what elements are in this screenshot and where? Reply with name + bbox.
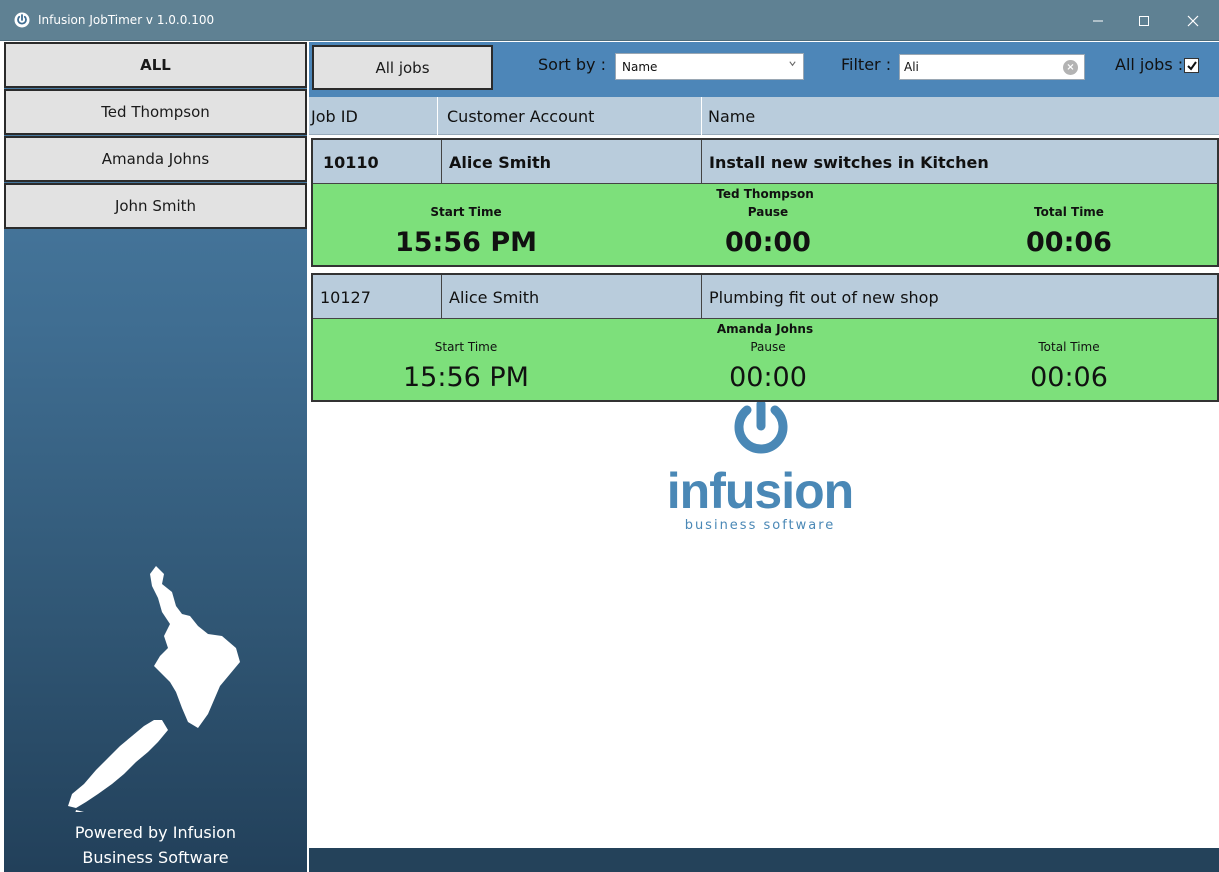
close-button[interactable] [1167, 0, 1219, 41]
column-separator [701, 97, 702, 135]
window-controls [1075, 0, 1219, 41]
cell-separator [701, 140, 702, 184]
logo-wordmark: infusion [666, 463, 854, 519]
all-jobs-checkbox[interactable] [1184, 58, 1199, 73]
start-time-value: 15:56 PM [394, 227, 537, 258]
job-card[interactable]: 10110 Alice Smith Install new switches i… [311, 138, 1219, 267]
powered-line-1: Powered by Infusion [74, 823, 237, 842]
pause-value: 00:00 [725, 227, 811, 258]
job-timer: Amanda Johns Start Time 15:56 PM Pause 0… [313, 319, 1217, 400]
job-name-cell: Install new switches in Kitchen [709, 152, 989, 172]
job-id-cell: 10127 [320, 287, 371, 307]
all-jobs-label: All jobs : [1115, 55, 1184, 74]
column-separator [437, 97, 438, 135]
title-bar: Infusion JobTimer v 1.0.0.100 [0, 0, 1219, 41]
pause-label: Pause [747, 205, 789, 219]
job-card[interactable]: 10127 Alice Smith Plumbing fit out of ne… [311, 273, 1219, 402]
technician-name: Ted Thompson [716, 187, 814, 201]
customer-cell: Alice Smith [449, 287, 540, 307]
job-id-cell: 10110 [323, 152, 379, 172]
employee-button-amanda-johns[interactable]: Amanda Johns [4, 136, 307, 182]
clear-icon[interactable]: × [1063, 60, 1078, 75]
filter-label: Filter : [841, 55, 892, 74]
window-title: Infusion JobTimer v 1.0.0.100 [38, 13, 215, 27]
start-time-label: Start Time [434, 340, 498, 354]
power-icon [734, 402, 788, 454]
start-time-label: Start Time [430, 205, 502, 219]
toolbar: All jobs Sort by : Name Filter : Ali × A… [309, 42, 1219, 97]
cell-separator [701, 275, 702, 319]
total-time-label: Total Time [1034, 205, 1104, 219]
job-list-header: Job ID Customer Account Name [309, 97, 1219, 135]
sort-value: Name [622, 59, 658, 74]
logo-tagline: business software [684, 518, 836, 533]
column-header-job-id[interactable]: Job ID [309, 97, 358, 135]
total-time-value: 00:06 [1030, 362, 1108, 393]
maximize-icon [1139, 15, 1149, 26]
customer-cell: Alice Smith [449, 152, 551, 172]
job-row[interactable]: 10127 Alice Smith Plumbing fit out of ne… [313, 275, 1217, 319]
sort-select[interactable]: Name [615, 53, 804, 80]
filter-input[interactable]: Ali × [899, 54, 1085, 80]
close-icon [1187, 15, 1199, 26]
total-time-label: Total Time [1038, 340, 1100, 354]
technician-name: Amanda Johns [716, 322, 814, 336]
minimize-button[interactable] [1075, 0, 1121, 41]
status-bar [309, 848, 1219, 872]
maximize-button[interactable] [1121, 0, 1167, 41]
job-row[interactable]: 10110 Alice Smith Install new switches i… [313, 140, 1217, 184]
employee-button-john-smith[interactable]: John Smith [4, 183, 307, 229]
job-timer: Ted Thompson Start Time 15:56 PM Pause 0… [313, 184, 1217, 265]
pause-value: 00:00 [729, 362, 807, 393]
chevron-down-icon [788, 59, 797, 71]
start-time-value: 15:56 PM [403, 362, 529, 393]
filter-value: Ali [904, 60, 919, 74]
pause-label: Pause [750, 340, 786, 354]
cell-separator [441, 275, 442, 319]
employee-button-ted-thompson[interactable]: Ted Thompson [4, 89, 307, 135]
employee-button-all[interactable]: ALL [4, 42, 307, 88]
total-time-value: 00:06 [1026, 227, 1112, 258]
powered-by-text: Powered by Infusion Business Software [4, 820, 307, 870]
column-header-customer-account[interactable]: Customer Account [445, 97, 594, 135]
minimize-icon [1093, 20, 1103, 21]
powered-line-2: Business Software [82, 848, 229, 867]
employee-sidebar: ALL Ted Thompson Amanda Johns John Smith… [4, 42, 307, 872]
sort-label: Sort by : [538, 55, 606, 74]
column-header-name[interactable]: Name [706, 97, 755, 135]
job-name-cell: Plumbing fit out of new shop [709, 287, 939, 307]
checkmark-icon [1186, 60, 1197, 71]
all-jobs-button[interactable]: All jobs [312, 45, 493, 90]
new-zealand-map-icon [68, 566, 240, 812]
power-icon [13, 11, 31, 29]
infusion-logo: infusion business software [660, 402, 880, 537]
cell-separator [441, 140, 442, 184]
